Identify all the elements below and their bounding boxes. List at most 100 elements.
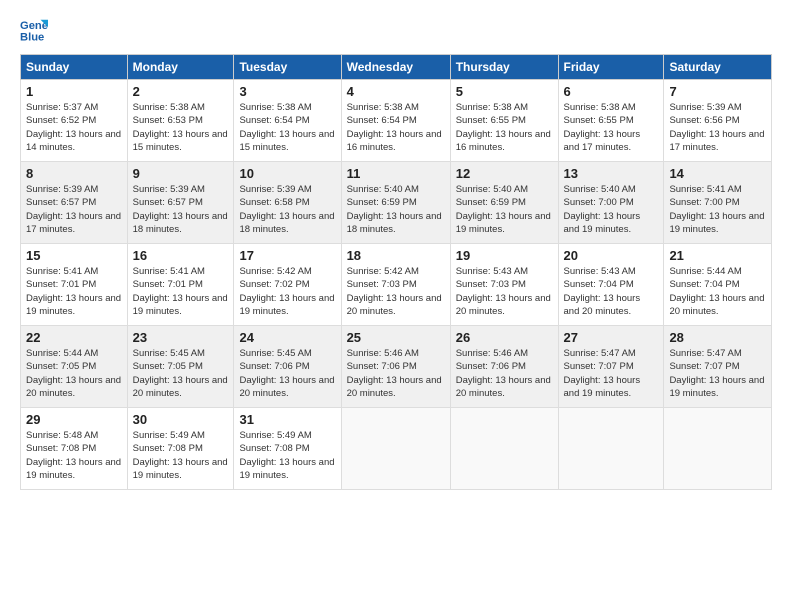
- day-info: Sunrise: 5:46 AMSunset: 7:06 PMDaylight:…: [456, 347, 553, 400]
- day-number: 9: [133, 166, 229, 181]
- day-info: Sunrise: 5:48 AMSunset: 7:08 PMDaylight:…: [26, 429, 122, 482]
- calendar-cell: 23 Sunrise: 5:45 AMSunset: 7:05 PMDayligh…: [127, 326, 234, 408]
- day-info: Sunrise: 5:38 AMSunset: 6:55 PMDaylight:…: [456, 101, 553, 154]
- day-number: 31: [239, 412, 335, 427]
- week-row-2: 8 Sunrise: 5:39 AMSunset: 6:57 PMDaylight…: [21, 162, 772, 244]
- day-info: Sunrise: 5:39 AMSunset: 6:58 PMDaylight:…: [239, 183, 335, 236]
- day-number: 27: [564, 330, 659, 345]
- week-row-4: 22Sunrise: 5:44 AMSunset: 7:05 PMDayligh…: [21, 326, 772, 408]
- calendar-cell: 3 Sunrise: 5:38 AMSunset: 6:54 PMDaylight…: [234, 80, 341, 162]
- weekday-header-friday: Friday: [558, 55, 664, 80]
- day-info: Sunrise: 5:41 AMSunset: 7:00 PMDaylight:…: [669, 183, 766, 236]
- day-number: 22: [26, 330, 122, 345]
- day-info: Sunrise: 5:39 AMSunset: 6:57 PMDaylight:…: [133, 183, 229, 236]
- calendar-cell: 8 Sunrise: 5:39 AMSunset: 6:57 PMDaylight…: [21, 162, 128, 244]
- day-info: Sunrise: 5:40 AMSunset: 7:00 PMDaylight:…: [564, 183, 659, 236]
- day-info: Sunrise: 5:42 AMSunset: 7:03 PMDaylight:…: [347, 265, 445, 318]
- day-number: 19: [456, 248, 553, 263]
- calendar-cell: 14 Sunrise: 5:41 AMSunset: 7:00 PMDayligh…: [664, 162, 772, 244]
- day-number: 16: [133, 248, 229, 263]
- calendar-cell: 2 Sunrise: 5:38 AMSunset: 6:53 PMDaylight…: [127, 80, 234, 162]
- day-number: 25: [347, 330, 445, 345]
- header: General Blue: [20, 16, 772, 44]
- day-number: 18: [347, 248, 445, 263]
- day-number: 10: [239, 166, 335, 181]
- day-info: Sunrise: 5:49 AMSunset: 7:08 PMDaylight:…: [133, 429, 229, 482]
- calendar-cell: [558, 408, 664, 490]
- calendar-cell: 15Sunrise: 5:41 AMSunset: 7:01 PMDayligh…: [21, 244, 128, 326]
- day-info: Sunrise: 5:47 AMSunset: 7:07 PMDaylight:…: [669, 347, 766, 400]
- day-info: Sunrise: 5:44 AMSunset: 7:04 PMDaylight:…: [669, 265, 766, 318]
- day-info: Sunrise: 5:45 AMSunset: 7:06 PMDaylight:…: [239, 347, 335, 400]
- day-info: Sunrise: 5:45 AMSunset: 7:05 PMDaylight:…: [133, 347, 229, 400]
- weekday-header-thursday: Thursday: [450, 55, 558, 80]
- calendar-cell: 6Sunrise: 5:38 AMSunset: 6:55 PMDaylight…: [558, 80, 664, 162]
- calendar-cell: 26 Sunrise: 5:46 AMSunset: 7:06 PMDayligh…: [450, 326, 558, 408]
- calendar-cell: 4Sunrise: 5:38 AMSunset: 6:54 PMDaylight…: [341, 80, 450, 162]
- day-info: Sunrise: 5:47 AMSunset: 7:07 PMDaylight:…: [564, 347, 659, 400]
- calendar-cell: [450, 408, 558, 490]
- calendar-cell: 28 Sunrise: 5:47 AMSunset: 7:07 PMDayligh…: [664, 326, 772, 408]
- day-number: 24: [239, 330, 335, 345]
- day-number: 20: [564, 248, 659, 263]
- calendar-cell: 25 Sunrise: 5:46 AMSunset: 7:06 PMDayligh…: [341, 326, 450, 408]
- day-number: 1: [26, 84, 122, 99]
- weekday-header-monday: Monday: [127, 55, 234, 80]
- day-info: Sunrise: 5:38 AMSunset: 6:55 PMDaylight:…: [564, 101, 659, 154]
- week-row-5: 29Sunrise: 5:48 AMSunset: 7:08 PMDayligh…: [21, 408, 772, 490]
- week-row-1: 1 Sunrise: 5:37 AMSunset: 6:52 PMDaylight…: [21, 80, 772, 162]
- calendar-cell: 16 Sunrise: 5:41 AMSunset: 7:01 PMDayligh…: [127, 244, 234, 326]
- calendar-cell: 20 Sunrise: 5:43 AMSunset: 7:04 PMDayligh…: [558, 244, 664, 326]
- day-info: Sunrise: 5:41 AMSunset: 7:01 PMDaylight:…: [133, 265, 229, 318]
- day-number: 7: [669, 84, 766, 99]
- calendar-cell: 12Sunrise: 5:40 AMSunset: 6:59 PMDayligh…: [450, 162, 558, 244]
- calendar-cell: 10 Sunrise: 5:39 AMSunset: 6:58 PMDayligh…: [234, 162, 341, 244]
- calendar-cell: 11Sunrise: 5:40 AMSunset: 6:59 PMDayligh…: [341, 162, 450, 244]
- svg-text:Blue: Blue: [20, 31, 44, 43]
- weekday-header-saturday: Saturday: [664, 55, 772, 80]
- day-number: 12: [456, 166, 553, 181]
- day-number: 3: [239, 84, 335, 99]
- logo-icon: General Blue: [20, 16, 48, 44]
- day-info: Sunrise: 5:49 AMSunset: 7:08 PMDaylight:…: [239, 429, 335, 482]
- logo: General Blue: [20, 16, 50, 44]
- calendar-cell: 29Sunrise: 5:48 AMSunset: 7:08 PMDayligh…: [21, 408, 128, 490]
- day-number: 17: [239, 248, 335, 263]
- day-number: 23: [133, 330, 229, 345]
- day-info: Sunrise: 5:38 AMSunset: 6:54 PMDaylight:…: [347, 101, 445, 154]
- day-info: Sunrise: 5:41 AMSunset: 7:01 PMDaylight:…: [26, 265, 122, 318]
- weekday-header-row: SundayMondayTuesdayWednesdayThursdayFrid…: [21, 55, 772, 80]
- weekday-header-sunday: Sunday: [21, 55, 128, 80]
- calendar-cell: 21Sunrise: 5:44 AMSunset: 7:04 PMDayligh…: [664, 244, 772, 326]
- calendar-cell: [341, 408, 450, 490]
- day-number: 8: [26, 166, 122, 181]
- day-info: Sunrise: 5:38 AMSunset: 6:54 PMDaylight:…: [239, 101, 335, 154]
- calendar-cell: 17 Sunrise: 5:42 AMSunset: 7:02 PMDayligh…: [234, 244, 341, 326]
- calendar-cell: [664, 408, 772, 490]
- day-info: Sunrise: 5:37 AMSunset: 6:52 PMDaylight:…: [26, 101, 122, 154]
- calendar-cell: 7Sunrise: 5:39 AMSunset: 6:56 PMDaylight…: [664, 80, 772, 162]
- calendar-cell: 1 Sunrise: 5:37 AMSunset: 6:52 PMDaylight…: [21, 80, 128, 162]
- day-number: 26: [456, 330, 553, 345]
- weekday-header-tuesday: Tuesday: [234, 55, 341, 80]
- day-info: Sunrise: 5:43 AMSunset: 7:04 PMDaylight:…: [564, 265, 659, 318]
- day-info: Sunrise: 5:38 AMSunset: 6:53 PMDaylight:…: [133, 101, 229, 154]
- calendar-cell: 13Sunrise: 5:40 AMSunset: 7:00 PMDayligh…: [558, 162, 664, 244]
- calendar-cell: 30 Sunrise: 5:49 AMSunset: 7:08 PMDayligh…: [127, 408, 234, 490]
- day-info: Sunrise: 5:43 AMSunset: 7:03 PMDaylight:…: [456, 265, 553, 318]
- day-number: 2: [133, 84, 229, 99]
- weekday-header-wednesday: Wednesday: [341, 55, 450, 80]
- day-number: 11: [347, 166, 445, 181]
- day-info: Sunrise: 5:42 AMSunset: 7:02 PMDaylight:…: [239, 265, 335, 318]
- week-row-3: 15Sunrise: 5:41 AMSunset: 7:01 PMDayligh…: [21, 244, 772, 326]
- calendar-cell: 18 Sunrise: 5:42 AMSunset: 7:03 PMDayligh…: [341, 244, 450, 326]
- day-number: 30: [133, 412, 229, 427]
- calendar-cell: 5Sunrise: 5:38 AMSunset: 6:55 PMDaylight…: [450, 80, 558, 162]
- day-info: Sunrise: 5:39 AMSunset: 6:57 PMDaylight:…: [26, 183, 122, 236]
- day-info: Sunrise: 5:46 AMSunset: 7:06 PMDaylight:…: [347, 347, 445, 400]
- calendar-cell: 19 Sunrise: 5:43 AMSunset: 7:03 PMDayligh…: [450, 244, 558, 326]
- day-number: 28: [669, 330, 766, 345]
- calendar-cell: 9 Sunrise: 5:39 AMSunset: 6:57 PMDaylight…: [127, 162, 234, 244]
- calendar-table: SundayMondayTuesdayWednesdayThursdayFrid…: [20, 54, 772, 490]
- day-number: 14: [669, 166, 766, 181]
